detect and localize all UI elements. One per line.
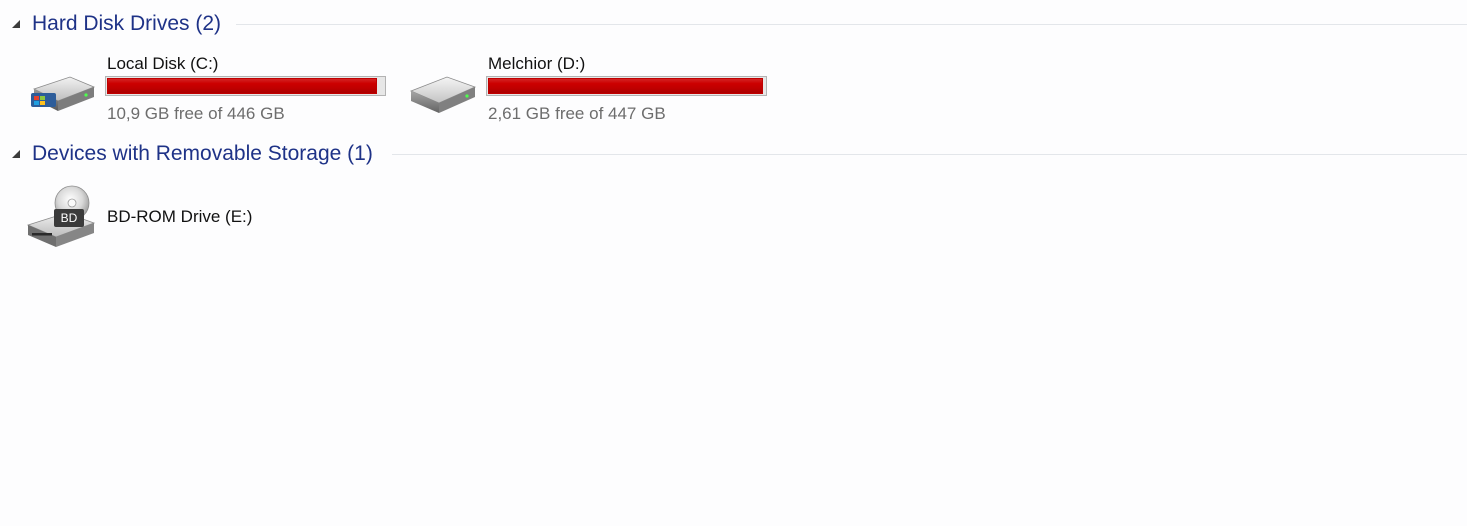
drive-tile-local-disk-c[interactable]: Local Disk (C:) 10,9 GB free of 446 GB: [26, 53, 396, 123]
drive-usage-bar: [486, 76, 767, 96]
collapse-triangle-icon[interactable]: [11, 19, 21, 29]
drive-tile-melchior-d[interactable]: Melchior (D:) 2,61 GB free of 447 GB: [407, 53, 777, 123]
computer-drives-view: Hard Disk Drives (2) Local Disk (C:) 10,…: [0, 0, 1467, 526]
hard-drive-icon: [409, 76, 477, 113]
drive-name: Melchior (D:): [488, 54, 586, 73]
drive-name: BD-ROM Drive (E:): [107, 207, 253, 226]
group-divider: [392, 154, 1467, 155]
system-hard-drive-icon: [31, 76, 96, 111]
drive-usage-bar: [105, 76, 386, 96]
drive-name: Local Disk (C:): [107, 54, 219, 73]
drive-free-space: 2,61 GB free of 447 GB: [488, 104, 666, 123]
drive-usage-fill: [488, 78, 764, 94]
group-divider: [236, 24, 1467, 25]
bd-rom-drive-icon: BD: [26, 185, 96, 247]
group-title: Devices with Removable Storage (1): [32, 142, 373, 165]
drive-tile-bd-rom-e[interactable]: BD BD-ROM Drive (E:): [26, 182, 396, 252]
drive-free-space: 10,9 GB free of 446 GB: [107, 104, 285, 123]
group-title: Hard Disk Drives (2): [32, 12, 222, 35]
drive-usage-fill: [107, 78, 378, 94]
collapse-triangle-icon[interactable]: [11, 149, 21, 159]
bd-badge-text: BD: [61, 211, 78, 225]
group-header-removable-storage[interactable]: Devices with Removable Storage (1): [0, 140, 1467, 170]
group-header-hard-disk-drives[interactable]: Hard Disk Drives (2): [0, 10, 1467, 40]
